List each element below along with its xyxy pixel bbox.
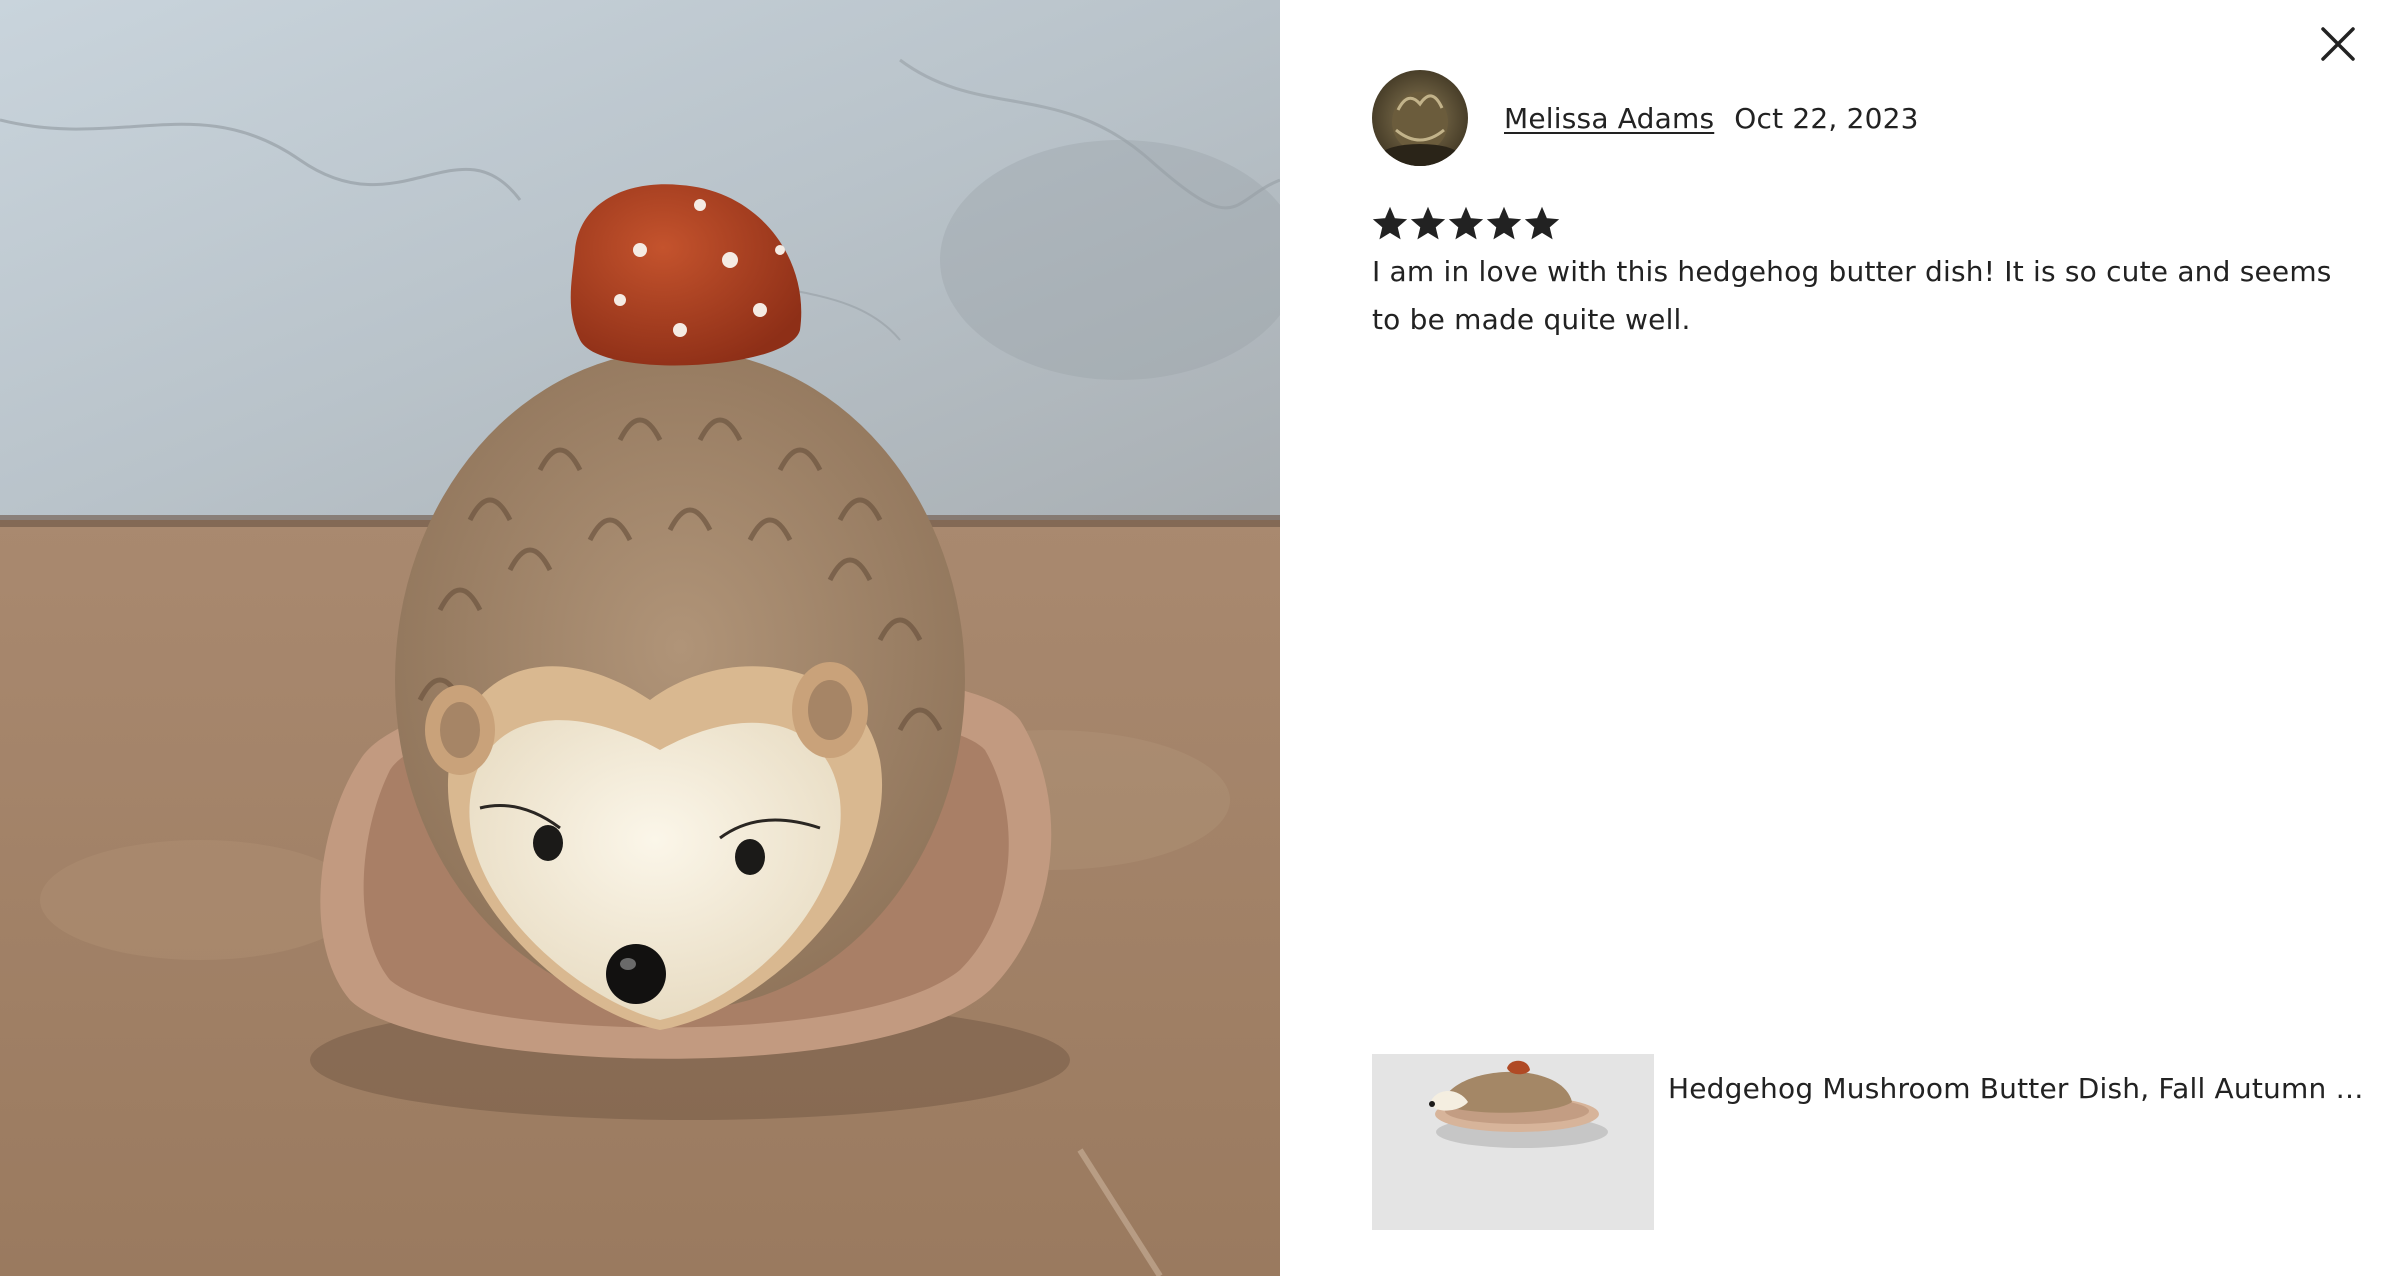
star-icon — [1410, 206, 1446, 240]
product-card[interactable]: Hedgehog Mushroom Butter Dish, Fall Autu… — [1372, 1054, 2372, 1230]
reviewer-name-link[interactable]: Melissa Adams — [1504, 102, 1714, 135]
review-text: I am in love with this hedgehog butter d… — [1372, 255, 2332, 336]
close-button[interactable] — [2314, 20, 2362, 68]
star-icon — [1486, 206, 1522, 240]
close-icon — [2321, 27, 2355, 61]
star-icon — [1372, 206, 1408, 240]
product-title[interactable]: Hedgehog Mushroom Butter Dish, Fall Autu… — [1668, 1072, 2368, 1105]
star-icon — [1524, 206, 1560, 240]
avatar — [1372, 70, 1468, 166]
review-photo — [0, 0, 1280, 1276]
avatar-image — [1372, 70, 1468, 166]
review-photo-modal: Melissa Adams Oct 22, 2023 I am in love … — [0, 0, 2396, 1276]
hedgehog-butter-dish-photo — [0, 0, 1280, 1276]
star-icon — [1448, 206, 1484, 240]
product-thumbnail[interactable] — [1372, 1054, 1654, 1230]
reviewer-header: Melissa Adams Oct 22, 2023 — [1372, 70, 1919, 166]
product-thumbnail-image — [1372, 1054, 1654, 1230]
star-rating — [1372, 206, 1560, 242]
review-date: Oct 22, 2023 — [1734, 101, 1919, 135]
